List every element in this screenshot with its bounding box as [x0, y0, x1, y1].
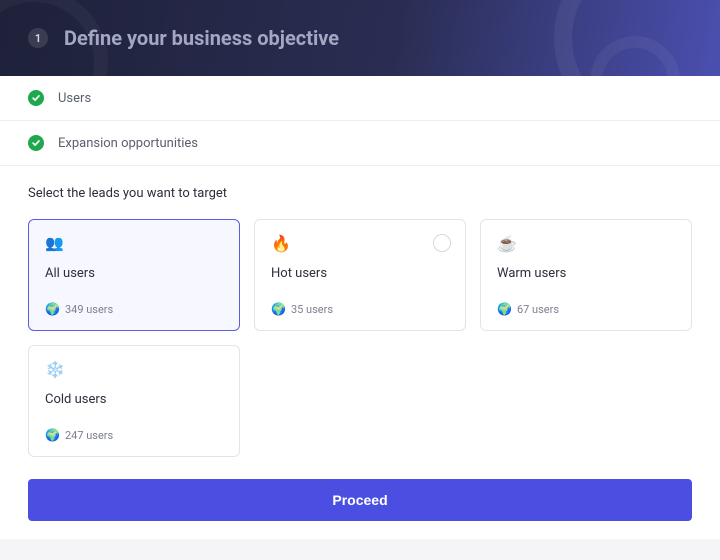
card-meta-text: 247 users — [65, 429, 113, 442]
globe-icon: 🌍 — [45, 302, 60, 316]
page-header: 1 Define your business objective — [0, 0, 720, 76]
cards-grid: 👥 All users 🌍 349 users 🔥 Hot users 🌍 35… — [28, 219, 692, 457]
page-title: Define your business objective — [64, 26, 339, 50]
card-meta-text: 67 users — [517, 303, 559, 316]
card-meta-text: 35 users — [291, 303, 333, 316]
check-label: Users — [58, 91, 91, 106]
check-row-users[interactable]: Users — [0, 76, 720, 121]
globe-icon: 🌍 — [271, 302, 286, 316]
leads-section: Select the leads you want to target 👥 Al… — [0, 166, 720, 539]
section-title: Select the leads you want to target — [28, 186, 692, 201]
check-row-expansion[interactable]: Expansion opportunities — [0, 121, 720, 166]
card-title: All users — [45, 266, 223, 281]
card-title: Hot users — [271, 266, 449, 281]
check-label: Expansion opportunities — [58, 136, 198, 151]
card-meta: 🌍 349 users — [45, 302, 223, 316]
snowflake-icon: ❄️ — [45, 360, 223, 382]
globe-icon: 🌍 — [45, 428, 60, 442]
card-title: Cold users — [45, 392, 223, 407]
card-all-users[interactable]: 👥 All users 🌍 349 users — [28, 219, 240, 331]
users-icon: 👥 — [45, 234, 223, 256]
card-cold-users[interactable]: ❄️ Cold users 🌍 247 users — [28, 345, 240, 457]
card-meta: 🌍 67 users — [497, 302, 675, 316]
check-icon — [28, 90, 44, 106]
fire-icon: 🔥 — [271, 234, 449, 256]
check-icon — [28, 135, 44, 151]
step-badge: 1 — [28, 28, 48, 48]
globe-icon: 🌍 — [497, 302, 512, 316]
card-hot-users[interactable]: 🔥 Hot users 🌍 35 users — [254, 219, 466, 331]
card-meta-text: 349 users — [65, 303, 113, 316]
coffee-icon: ☕ — [497, 234, 675, 256]
card-meta: 🌍 35 users — [271, 302, 449, 316]
proceed-button[interactable]: Proceed — [28, 479, 692, 521]
card-meta: 🌍 247 users — [45, 428, 223, 442]
card-title: Warm users — [497, 266, 675, 281]
page-container: 1 Define your business objective Users E… — [0, 0, 720, 539]
radio-unchecked-icon[interactable] — [433, 234, 451, 252]
card-warm-users[interactable]: ☕ Warm users 🌍 67 users — [480, 219, 692, 331]
